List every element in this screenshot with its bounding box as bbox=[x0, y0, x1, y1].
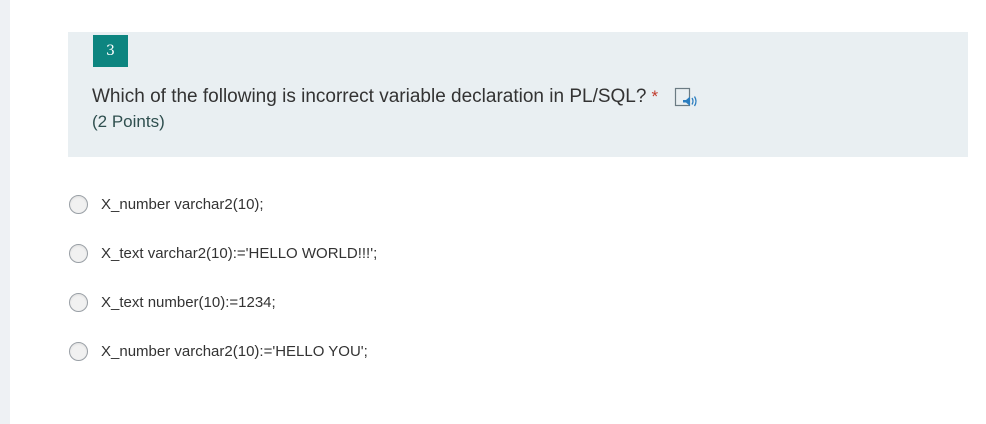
radio-button[interactable] bbox=[69, 195, 88, 214]
radio-button[interactable] bbox=[69, 293, 88, 312]
question-number-badge: 3 bbox=[93, 35, 128, 67]
answer-option[interactable]: X_text number(10):=1234; bbox=[68, 278, 768, 327]
answer-option[interactable]: X_number varchar2(10):='HELLO YOU'; bbox=[68, 327, 768, 376]
required-marker: * bbox=[651, 87, 659, 106]
question-header: 3 Which of the following is incorrect va… bbox=[68, 32, 968, 157]
speaker-icon[interactable] bbox=[674, 85, 700, 109]
answer-option-label: X_text number(10):=1234; bbox=[101, 294, 276, 311]
question-points: (2 Points) bbox=[92, 112, 165, 131]
answer-options: X_number varchar2(10); X_text varchar2(1… bbox=[68, 180, 768, 376]
radio-button[interactable] bbox=[69, 244, 88, 263]
radio-button[interactable] bbox=[69, 342, 88, 361]
answer-option[interactable]: X_text varchar2(10):='HELLO WORLD!!!'; bbox=[68, 229, 768, 278]
speaker-icon-graphic bbox=[674, 87, 697, 107]
question-title: Which of the following is incorrect vari… bbox=[92, 86, 647, 107]
answer-option[interactable]: X_number varchar2(10); bbox=[68, 180, 768, 229]
answer-option-label: X_number varchar2(10):='HELLO YOU'; bbox=[101, 343, 368, 360]
answer-option-label: X_number varchar2(10); bbox=[101, 196, 264, 213]
question-title-line: Which of the following is incorrect vari… bbox=[92, 84, 948, 110]
left-rail bbox=[0, 0, 10, 424]
answer-option-label: X_text varchar2(10):='HELLO WORLD!!!'; bbox=[101, 245, 378, 262]
